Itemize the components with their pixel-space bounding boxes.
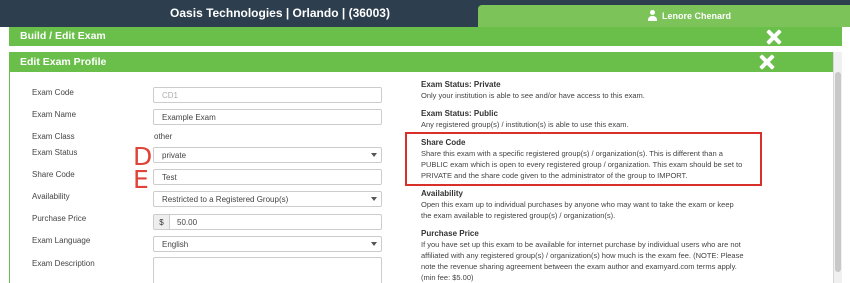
exam-status-label: Exam Status bbox=[32, 148, 78, 157]
help-status-private-text: Only your institution is able to see and… bbox=[421, 91, 645, 100]
help-status-public-heading: Exam Status: Public bbox=[421, 109, 498, 118]
purchase-price-group: $ 50.00 bbox=[153, 214, 382, 230]
user-icon bbox=[648, 10, 657, 21]
build-edit-exam-title: Build / Edit Exam bbox=[20, 30, 106, 42]
exam-language-value: English bbox=[162, 240, 189, 249]
edit-exam-profile-panel-header[interactable]: Edit Exam Profile bbox=[9, 52, 842, 72]
exam-description-textarea[interactable] bbox=[153, 257, 382, 283]
exam-status-value: private bbox=[162, 151, 187, 160]
chevron-down-icon bbox=[371, 242, 377, 246]
edit-exam-profile-title: Edit Exam Profile bbox=[20, 56, 107, 68]
user-name: Lenore Chenard bbox=[662, 11, 732, 21]
chevron-down-icon bbox=[371, 197, 377, 201]
exam-language-label: Exam Language bbox=[32, 236, 91, 245]
close-icon[interactable] bbox=[766, 29, 782, 45]
exam-class-value: other bbox=[154, 132, 173, 141]
currency-addon: $ bbox=[153, 214, 170, 230]
availability-label: Availability bbox=[32, 192, 70, 201]
share-code-input[interactable]: Test bbox=[153, 169, 382, 185]
availability-value: Restricted to a Registered Group(s) bbox=[162, 195, 289, 204]
purchase-price-input[interactable]: 50.00 bbox=[169, 214, 382, 230]
annotation-e: E bbox=[133, 165, 149, 194]
exam-language-select[interactable]: English bbox=[153, 236, 382, 252]
help-availability-text: Open this exam up to individual purchase… bbox=[421, 200, 734, 220]
exam-status-select[interactable]: private bbox=[153, 147, 382, 163]
scrollbar-thumb[interactable] bbox=[835, 72, 841, 272]
exam-name-label: Exam Name bbox=[32, 110, 77, 119]
help-share-code-text: Share this exam with a specific register… bbox=[421, 149, 743, 180]
exam-description-label: Exam Description bbox=[32, 259, 95, 268]
help-purchase-price-heading: Purchase Price bbox=[421, 229, 479, 238]
purchase-price-label: Purchase Price bbox=[32, 214, 87, 223]
help-status-public-text: Any registered group(s) / institution(s)… bbox=[421, 120, 629, 129]
exam-class-label: Exam Class bbox=[32, 132, 75, 141]
help-share-code-heading: Share Code bbox=[421, 138, 466, 147]
help-purchase-price-text: If you have set up this exam to be avail… bbox=[421, 240, 744, 282]
top-header-bar: Oasis Technologies | Orlando | (36003) L… bbox=[0, 0, 850, 27]
vertical-scrollbar[interactable] bbox=[833, 52, 842, 283]
help-availability-heading: Availability bbox=[421, 189, 463, 198]
help-status-private-heading: Exam Status: Private bbox=[421, 80, 501, 89]
exam-name-input[interactable]: Example Exam bbox=[153, 109, 382, 125]
build-edit-exam-panel-header[interactable]: Build / Edit Exam bbox=[9, 27, 842, 46]
user-menu-tab[interactable]: Lenore Chenard bbox=[478, 5, 850, 27]
chevron-down-icon bbox=[371, 153, 377, 157]
share-code-label: Share Code bbox=[32, 170, 75, 179]
availability-select[interactable]: Restricted to a Registered Group(s) bbox=[153, 191, 382, 207]
organization-title: Oasis Technologies | Orlando | (36003) bbox=[170, 6, 390, 20]
exam-code-input[interactable]: CD1 bbox=[153, 87, 382, 103]
close-icon[interactable] bbox=[759, 54, 775, 70]
exam-code-label: Exam Code bbox=[32, 88, 74, 97]
